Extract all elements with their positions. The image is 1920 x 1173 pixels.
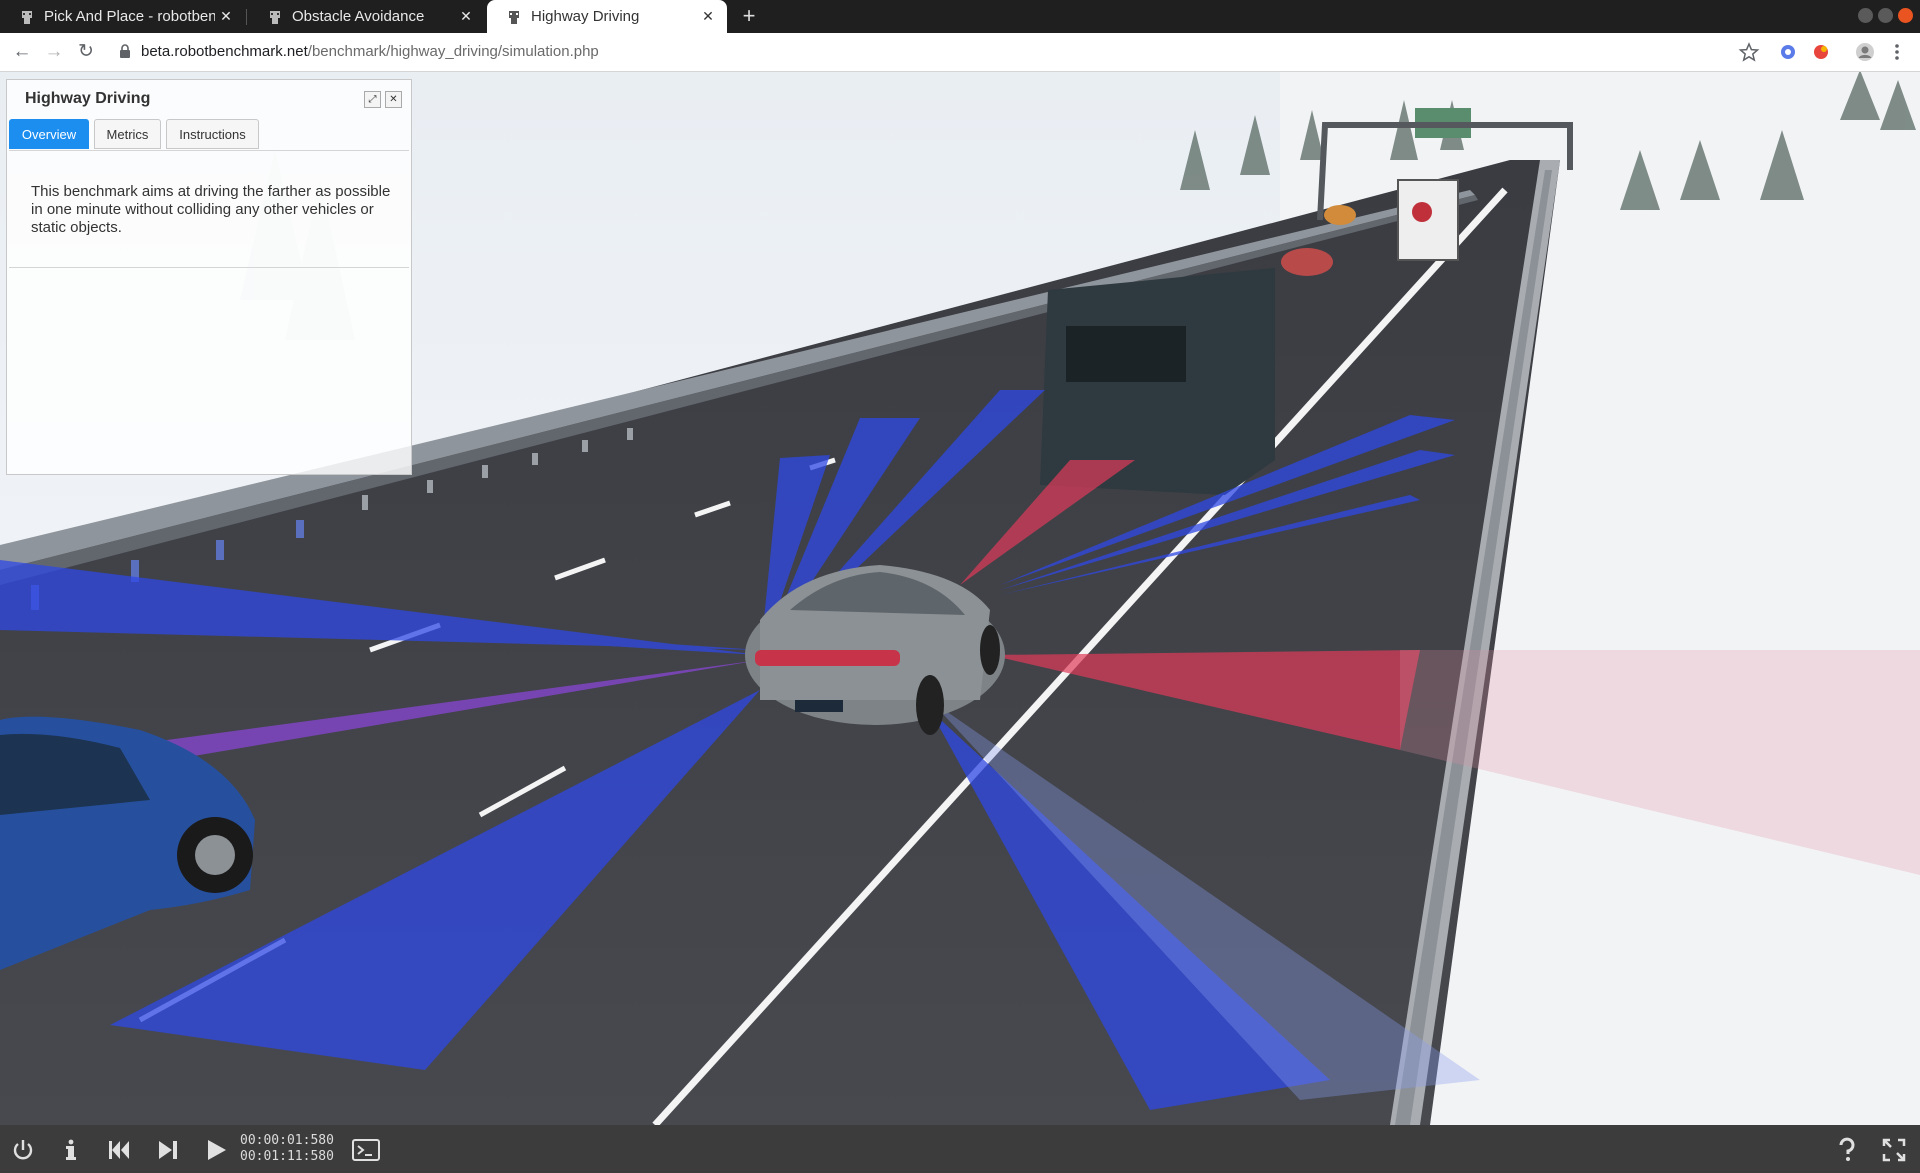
maximize-button[interactable] bbox=[1878, 8, 1893, 23]
tab-instructions[interactable]: Instructions bbox=[166, 119, 259, 149]
tab-title: Pick And Place - robotben bbox=[44, 8, 215, 25]
reset-icon[interactable] bbox=[106, 1137, 132, 1163]
tab-title: Highway Driving bbox=[531, 8, 640, 25]
forward-arrow-icon[interactable]: → bbox=[42, 40, 66, 64]
back-arrow-icon[interactable]: ← bbox=[10, 40, 34, 64]
extension-icon[interactable] bbox=[1777, 41, 1799, 63]
play-icon[interactable] bbox=[203, 1137, 229, 1163]
robot-favicon-icon bbox=[20, 9, 34, 25]
bus-window bbox=[1066, 326, 1186, 382]
benchmark-description: This benchmark aims at driving the farth… bbox=[31, 183, 391, 236]
browser-tab-strip: Pick And Place - robotben ✕ Obstacle Avo… bbox=[0, 0, 1920, 33]
address-bar[interactable]: beta.robotbenchmark.net/benchmark/highwa… bbox=[141, 43, 599, 60]
url-host: beta.robotbenchmark.net bbox=[141, 43, 308, 60]
total-time: 00:01:11:580 bbox=[240, 1149, 334, 1164]
close-icon[interactable]: ✕ bbox=[385, 91, 402, 108]
browser-toolbar: ← → ↻ beta.robotbenchmark.net/benchmark/… bbox=[0, 33, 1920, 72]
close-icon[interactable]: ✕ bbox=[697, 8, 719, 25]
tab-metrics[interactable]: Metrics bbox=[94, 119, 161, 149]
extension-icon[interactable] bbox=[1810, 41, 1832, 63]
close-icon[interactable]: ✕ bbox=[455, 8, 477, 25]
info-icon[interactable] bbox=[58, 1137, 84, 1163]
reload-icon[interactable]: ↻ bbox=[74, 40, 98, 64]
menu-kebab-icon[interactable] bbox=[1886, 41, 1908, 63]
window-close-button[interactable] bbox=[1898, 8, 1913, 23]
power-icon[interactable] bbox=[10, 1137, 36, 1163]
tab-overview[interactable]: Overview bbox=[9, 119, 89, 149]
minimize-button[interactable] bbox=[1858, 8, 1873, 23]
distant-orange-car bbox=[1324, 205, 1356, 225]
tab-highway-driving[interactable]: Highway Driving ✕ bbox=[487, 0, 727, 33]
tab-title: Obstacle Avoidance bbox=[292, 8, 425, 25]
distant-red-car bbox=[1281, 248, 1333, 276]
elapsed-time: 00:00:01:580 bbox=[240, 1133, 334, 1148]
fullscreen-icon[interactable] bbox=[1881, 1137, 1907, 1163]
url-path: /benchmark/highway_driving/simulation.ph… bbox=[307, 43, 599, 60]
popout-icon[interactable]: ⤢ bbox=[364, 91, 381, 108]
tab-pick-and-place[interactable]: Pick And Place - robotben ✕ bbox=[0, 0, 245, 33]
player-controls: 00:00:01:580 00:01:11:580 bbox=[0, 1125, 1920, 1173]
console-icon[interactable] bbox=[352, 1137, 380, 1163]
step-icon[interactable] bbox=[155, 1137, 181, 1163]
panel-header: Highway Driving ⤢ ✕ bbox=[7, 80, 411, 118]
benchmark-info-panel: Highway Driving ⤢ ✕ Overview Metrics Ins… bbox=[6, 79, 412, 475]
robot-favicon-icon bbox=[507, 9, 521, 25]
lock-icon bbox=[119, 44, 131, 64]
bookmark-star-icon[interactable] bbox=[1738, 41, 1760, 63]
robot-favicon-icon bbox=[268, 9, 282, 25]
profile-avatar-icon[interactable] bbox=[1854, 41, 1876, 63]
close-icon[interactable]: ✕ bbox=[215, 8, 237, 25]
tab-obstacle-avoidance[interactable]: Obstacle Avoidance ✕ bbox=[248, 0, 485, 33]
help-icon[interactable] bbox=[1834, 1137, 1860, 1163]
panel-title: Highway Driving bbox=[25, 90, 151, 107]
truck-logo bbox=[1412, 202, 1432, 222]
new-tab-button[interactable]: + bbox=[736, 3, 762, 29]
